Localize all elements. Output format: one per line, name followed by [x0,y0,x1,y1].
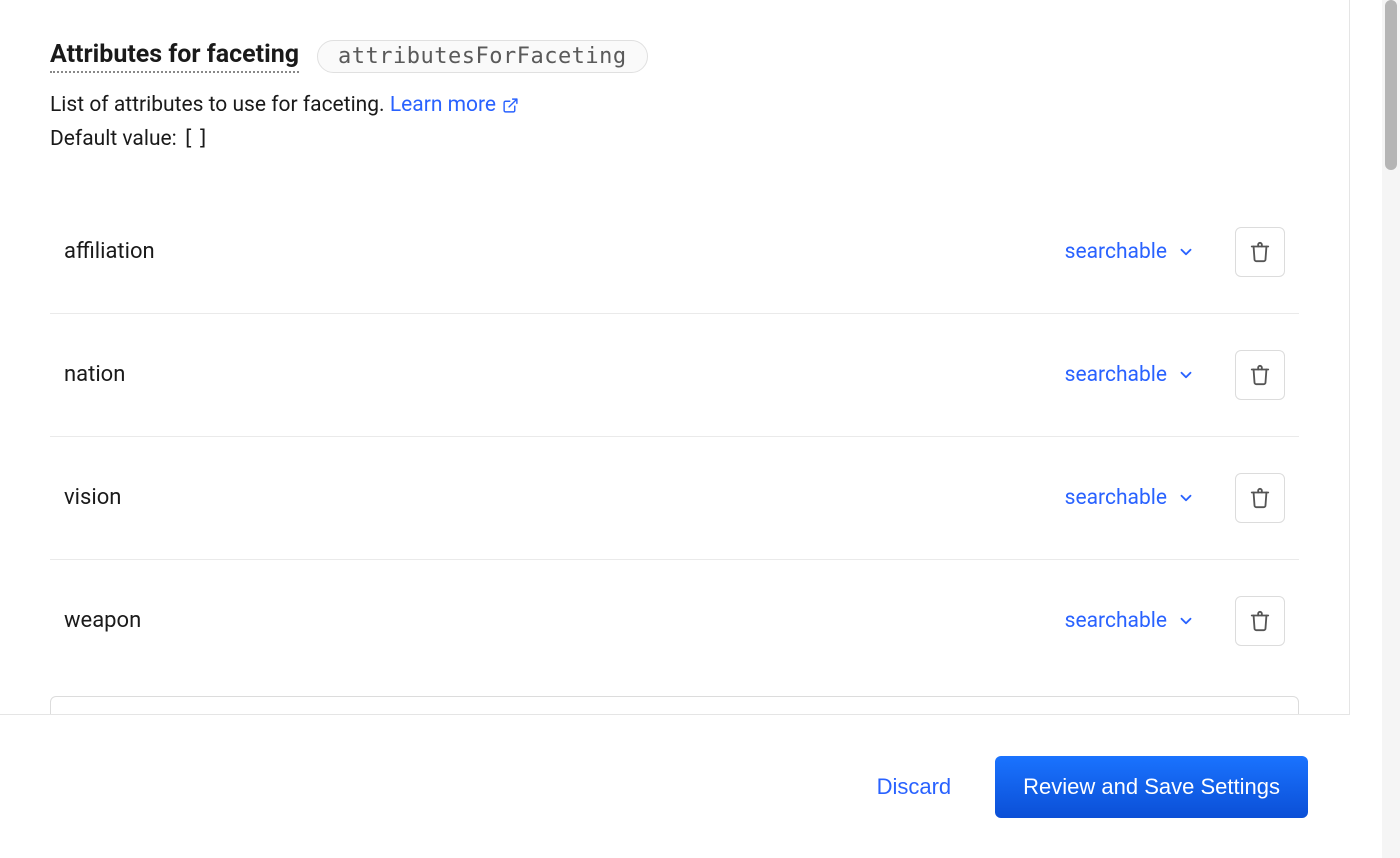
api-param-name: attributesForFaceting [317,40,648,73]
scrollbar-thumb[interactable] [1385,0,1397,170]
discard-button[interactable]: Discard [877,774,952,800]
mode-label: searchable [1065,609,1167,633]
trash-icon [1249,364,1271,386]
mode-label: searchable [1065,363,1167,387]
chevron-down-icon [1177,489,1195,507]
delete-button[interactable] [1235,473,1285,523]
mode-label: searchable [1065,486,1167,510]
section-description: List of attributes to use for faceting. … [50,89,1299,122]
attribute-name: weapon [64,608,1065,633]
learn-more-link[interactable]: Learn more [390,89,519,122]
attribute-list: affiliation searchable nation searchable [50,191,1299,682]
delete-button[interactable] [1235,596,1285,646]
review-save-button[interactable]: Review and Save Settings [995,756,1308,818]
delete-button[interactable] [1235,227,1285,277]
default-value-label: Default value: [50,127,177,151]
mode-dropdown[interactable]: searchable [1065,486,1195,510]
chevron-down-icon [1177,366,1195,384]
trash-icon [1249,241,1271,263]
attribute-name: nation [64,362,1065,387]
attribute-row: weapon searchable [50,560,1299,682]
mode-dropdown[interactable]: searchable [1065,240,1195,264]
attribute-row: vision searchable [50,437,1299,560]
section-title[interactable]: Attributes for faceting [50,40,299,73]
attribute-name: affiliation [64,239,1065,264]
chevron-down-icon [1177,612,1195,630]
delete-button[interactable] [1235,350,1285,400]
trash-icon [1249,610,1271,632]
scrollbar-track[interactable] [1382,0,1400,858]
chevron-down-icon [1177,243,1195,261]
trash-icon [1249,487,1271,509]
default-value-literal: [] [182,126,211,150]
description-text: List of attributes to use for faceting. [50,93,385,117]
external-link-icon [502,97,519,114]
attribute-name: vision [64,485,1065,510]
attribute-row: affiliation searchable [50,191,1299,314]
footer-bar: Discard Review and Save Settings [0,714,1350,858]
mode-label: searchable [1065,240,1167,264]
learn-more-label: Learn more [390,89,496,122]
mode-dropdown[interactable]: searchable [1065,363,1195,387]
attribute-row: nation searchable [50,314,1299,437]
mode-dropdown[interactable]: searchable [1065,609,1195,633]
default-value: Default value: [] [50,126,1299,151]
